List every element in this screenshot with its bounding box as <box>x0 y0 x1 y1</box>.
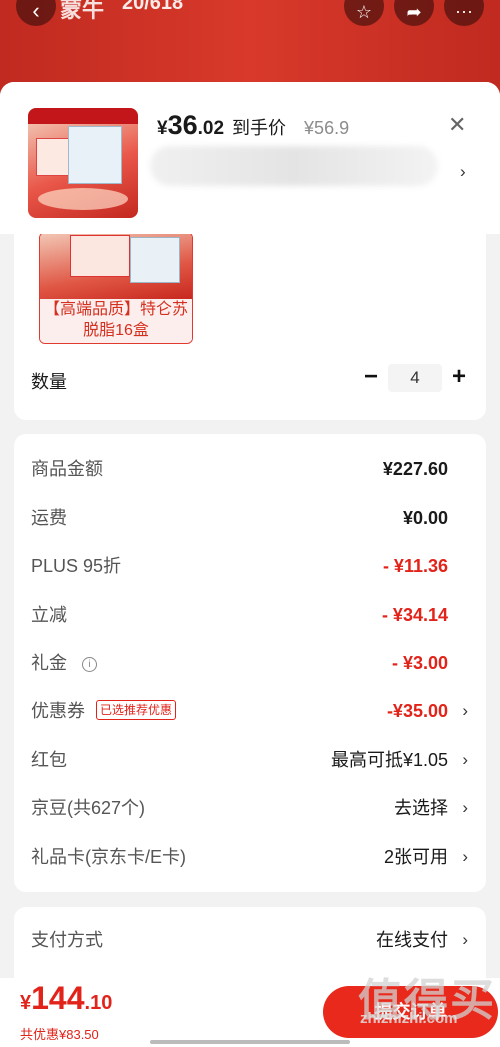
price-label: 到手价 <box>232 118 287 138</box>
quantity-input[interactable]: 4 <box>388 364 442 392</box>
row-payment-method[interactable]: 支付方式 在线支付 › <box>14 925 486 955</box>
selected-spec-blurred[interactable] <box>150 146 438 186</box>
row-instant-discount: 立减 - ¥34.14 <box>14 600 486 630</box>
chevron-right-icon[interactable]: › <box>462 925 468 955</box>
row-gift-cash: 礼金 i - ¥3.00 <box>14 648 486 678</box>
row-red-packet[interactable]: 红包 最高可抵¥1.05 › <box>14 745 486 775</box>
total-price: ¥ 144 .10 <box>20 980 112 1017</box>
row-label: 礼品卡(京东卡/E卡) <box>31 847 186 867</box>
row-goods-amount: 商品金额 ¥227.60 <box>14 454 486 484</box>
row-label: 运费 <box>31 508 67 528</box>
row-coupon[interactable]: 优惠券 已选推荐优惠 -¥35.00 › <box>14 696 486 726</box>
row-label-wrap: 礼金 i <box>31 648 98 678</box>
row-label: 京豆(共627个) <box>31 798 146 818</box>
price-decimal: .02 <box>197 118 225 139</box>
row-value: ¥0.00 <box>402 508 448 528</box>
row-label: 礼金 <box>31 653 67 673</box>
more-button[interactable]: ··· <box>444 0 484 26</box>
watermark-url: zhizhizhi.com <box>360 1010 458 1027</box>
recommended-tag: 已选推荐优惠 <box>96 700 177 720</box>
total-decimal: .10 <box>84 992 113 1014</box>
product-thumbnail <box>28 108 138 218</box>
chevron-right-icon[interactable]: › <box>462 793 468 823</box>
chevron-right-icon[interactable]: › <box>460 162 466 182</box>
price-row: ¥ 36 .02 到手价 ¥56.9 <box>157 110 349 146</box>
spec-option-image <box>40 233 192 299</box>
spec-option-label: 【高端品质】特仑苏脱脂16盒 <box>40 299 192 343</box>
price-currency: ¥ <box>157 118 168 139</box>
row-value: - ¥34.14 <box>381 605 448 625</box>
row-value: 最高可抵¥1.05 <box>330 750 448 770</box>
back-icon: ‹ <box>32 0 40 23</box>
chevron-right-icon[interactable]: › <box>462 745 468 775</box>
share-button[interactable]: ➦ <box>394 0 434 26</box>
close-icon[interactable]: ✕ <box>448 112 466 138</box>
row-value: -¥35.00 <box>386 701 448 721</box>
total-integer: 144 <box>31 980 85 1016</box>
favorite-button[interactable]: ☆ <box>344 0 384 26</box>
star-icon: ☆ <box>355 1 373 22</box>
more-icon: ··· <box>455 0 473 21</box>
row-label: PLUS 95折 <box>31 556 122 576</box>
chevron-right-icon[interactable]: › <box>462 842 468 872</box>
row-value: ¥227.60 <box>382 459 448 479</box>
row-gift-card[interactable]: 礼品卡(京东卡/E卡) 2张可用 › <box>14 842 486 872</box>
row-label: 立减 <box>31 605 67 625</box>
row-value: 去选择 <box>394 798 448 818</box>
row-label: 红包 <box>31 750 67 770</box>
home-indicator <box>150 1040 350 1044</box>
row-jd-beans[interactable]: 京豆(共627个) 去选择 › <box>14 793 486 823</box>
cost-breakdown-card: 商品金额 ¥227.60 运费 ¥0.00 PLUS 95折 - ¥11.36 … <box>14 434 486 892</box>
row-plus-discount: PLUS 95折 - ¥11.36 <box>14 551 486 581</box>
spec-card: 【高端品质】特仑苏脱脂16盒 数量 − 4 + <box>14 222 486 420</box>
share-icon: ➦ <box>406 1 422 22</box>
price-integer: 36 <box>167 110 198 140</box>
row-label: 商品金额 <box>31 459 103 479</box>
quantity-increase-button[interactable]: + <box>447 363 471 391</box>
row-shipping: 运费 ¥0.00 <box>14 503 486 533</box>
chevron-right-icon[interactable]: › <box>462 696 468 726</box>
quantity-label: 数量 <box>31 372 67 392</box>
row-value: 2张可用 <box>383 847 448 867</box>
checkout-bar: ¥ 144 .10 共优惠¥83.50 提交订单 值得买 zhizhizhi.c… <box>0 976 500 1047</box>
top-bar: ‹ 蒙牛 20/618 ☆ ➦ ··· <box>0 0 500 40</box>
row-value: 在线支付 <box>376 930 448 950</box>
row-label: 优惠券 <box>31 701 85 721</box>
back-button[interactable]: ‹ <box>16 0 56 26</box>
row-value: - ¥11.36 <box>382 556 448 576</box>
spec-option[interactable]: 【高端品质】特仑苏脱脂16盒 <box>39 232 193 344</box>
row-value: - ¥3.00 <box>391 653 448 673</box>
row-label: 支付方式 <box>31 930 103 950</box>
row-label-wrap: 优惠券 已选推荐优惠 <box>31 696 177 726</box>
page-counter: 20/618 <box>122 0 184 14</box>
quantity-decrease-button[interactable]: − <box>359 363 383 391</box>
info-icon[interactable]: i <box>82 657 98 672</box>
original-price: ¥56.9 <box>304 118 350 138</box>
store-title: 蒙牛 <box>60 0 105 22</box>
total-currency: ¥ <box>20 992 32 1014</box>
product-header: ¥ 36 .02 到手价 ¥56.9 ✕ › <box>0 82 500 234</box>
order-sheet: ¥ 36 .02 到手价 ¥56.9 ✕ › 【高端品质】特仑苏脱脂16盒 数量… <box>0 82 500 1047</box>
total-savings: 共优惠¥83.50 <box>20 1027 99 1042</box>
